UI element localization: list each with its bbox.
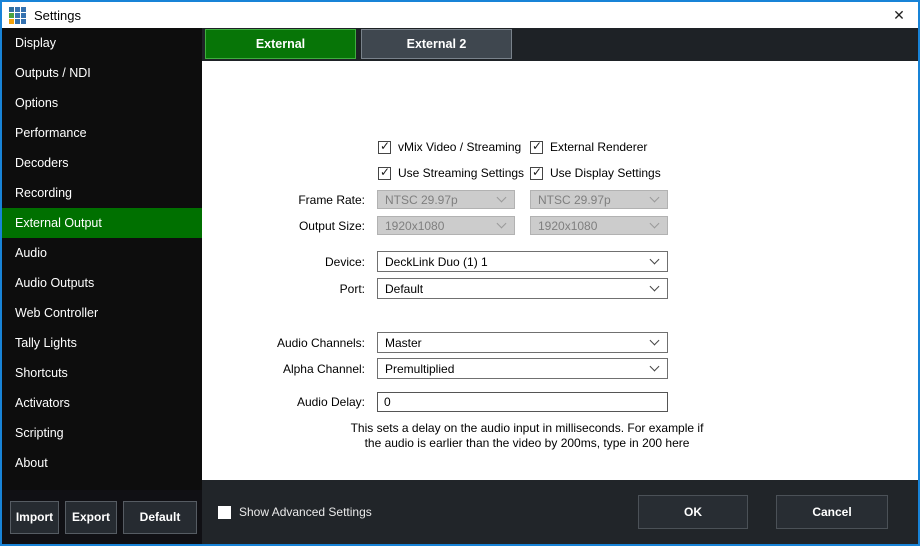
use-display-settings-checkbox[interactable]: Use Display Settings [530,166,661,180]
alpha-channel-label: Alpha Channel: [202,362,365,376]
ok-button[interactable]: OK [638,495,748,529]
show-advanced-label: Show Advanced Settings [239,505,372,519]
chevron-down-icon [650,361,660,371]
tab-external-2[interactable]: External 2 [361,29,512,59]
audio-channels-select[interactable]: Master [377,332,668,353]
checkbox-icon[interactable] [530,167,543,180]
settings-sidebar: Display Outputs / NDI Options Performanc… [2,28,202,544]
dialog-footer: Show Advanced Settings OK Cancel [202,480,918,544]
frame-rate-select-1: NTSC 29.97p [377,190,515,209]
chevron-down-icon [497,218,507,228]
device-label: Device: [202,255,365,269]
frame-rate-label: Frame Rate: [202,193,365,207]
external-renderer-checkbox[interactable]: External Renderer [530,140,647,154]
chevron-down-icon [650,281,660,291]
import-button[interactable]: Import [10,501,59,534]
sidebar-item-recording[interactable]: Recording [2,178,202,208]
audio-delay-help-text: This sets a delay on the audio input in … [342,421,712,451]
sidebar-item-display[interactable]: Display [2,28,202,58]
window-title: Settings [34,8,81,23]
show-advanced-checkbox[interactable] [218,506,231,519]
sidebar-item-external-output[interactable]: External Output [2,208,202,238]
output-size-select-2: 1920x1080 [530,216,668,235]
audio-delay-label: Audio Delay: [202,395,365,409]
sidebar-item-performance[interactable]: Performance [2,118,202,148]
main-panel: External External 2 vMix Video / Streami… [202,28,918,544]
chevron-down-icon [497,192,507,202]
sidebar-item-web-controller[interactable]: Web Controller [2,298,202,328]
sidebar-item-audio[interactable]: Audio [2,238,202,268]
checkbox-label: External Renderer [550,140,647,154]
audio-channels-label: Audio Channels: [202,336,365,350]
port-label: Port: [202,282,365,296]
sidebar-footer: Import Export Default [2,490,202,544]
chevron-down-icon [650,192,660,202]
vmix-logo-icon [9,7,26,24]
external-output-form: vMix Video / Streaming External Renderer… [202,61,918,480]
export-button[interactable]: Export [65,501,117,534]
chevron-down-icon [650,218,660,228]
tab-external[interactable]: External [205,29,356,59]
use-streaming-settings-checkbox[interactable]: Use Streaming Settings [378,166,530,180]
sidebar-item-decoders[interactable]: Decoders [2,148,202,178]
device-select[interactable]: DeckLink Duo (1) 1 [377,251,668,272]
sidebar-item-options[interactable]: Options [2,88,202,118]
sidebar-nav: Display Outputs / NDI Options Performanc… [2,28,202,490]
output-size-select-1: 1920x1080 [377,216,515,235]
chevron-down-icon [650,254,660,264]
port-select[interactable]: Default [377,278,668,299]
close-icon[interactable]: ✕ [880,2,918,28]
checkbox-icon[interactable] [378,141,391,154]
tab-bar: External External 2 [202,28,918,61]
checkbox-label: Use Streaming Settings [398,166,524,180]
chevron-down-icon [650,335,660,345]
sidebar-item-shortcuts[interactable]: Shortcuts [2,358,202,388]
sidebar-item-activators[interactable]: Activators [2,388,202,418]
sidebar-item-outputs-ndi[interactable]: Outputs / NDI [2,58,202,88]
frame-rate-select-2: NTSC 29.97p [530,190,668,209]
title-bar: Settings ✕ [2,2,918,28]
vmix-video-streaming-checkbox[interactable]: vMix Video / Streaming [378,140,530,154]
cancel-button[interactable]: Cancel [776,495,888,529]
alpha-channel-select[interactable]: Premultiplied [377,358,668,379]
output-size-label: Output Size: [202,219,365,233]
checkbox-icon[interactable] [378,167,391,180]
checkbox-icon[interactable] [530,141,543,154]
default-button[interactable]: Default [123,501,197,534]
audio-delay-input[interactable] [377,392,668,412]
settings-window: Settings ✕ Display Outputs / NDI Options… [0,0,920,546]
checkbox-label: Use Display Settings [550,166,661,180]
sidebar-item-scripting[interactable]: Scripting [2,418,202,448]
checkbox-label: vMix Video / Streaming [398,140,521,154]
sidebar-item-about[interactable]: About [2,448,202,478]
sidebar-item-audio-outputs[interactable]: Audio Outputs [2,268,202,298]
sidebar-item-tally-lights[interactable]: Tally Lights [2,328,202,358]
